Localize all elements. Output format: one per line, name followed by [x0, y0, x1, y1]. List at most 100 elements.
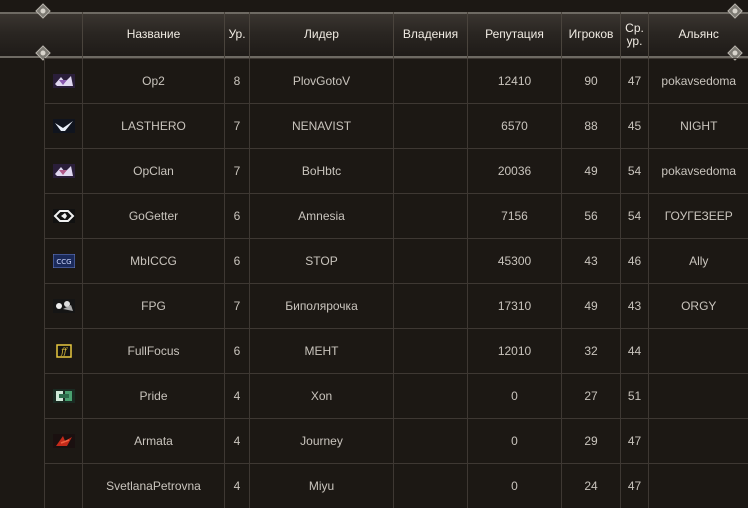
header-leader[interactable]: Лидер	[250, 12, 394, 58]
header-level[interactable]: Ур.	[225, 12, 250, 58]
cell-players: 49	[562, 283, 621, 328]
cell-alliance[interactable]	[649, 418, 748, 463]
cell-avg-level: 43	[621, 283, 649, 328]
cell-level: 4	[225, 463, 250, 508]
cell-alliance[interactable]: NIGHT	[649, 103, 748, 148]
cell-leader[interactable]: NENAVIST	[250, 103, 394, 148]
cell-alliance[interactable]: Ally	[649, 238, 748, 283]
cell-leader[interactable]: BoHbtc	[250, 148, 394, 193]
clan-row[interactable]: Armata4Journey 02947	[45, 418, 748, 463]
cell-avg-level: 45	[621, 103, 649, 148]
cell-leader[interactable]: MEHT	[250, 328, 394, 373]
cell-leader[interactable]: Xon	[250, 373, 394, 418]
header-avg-level-line2: ур.	[627, 34, 643, 48]
header-avg-level[interactable]: Ср.ур.	[621, 12, 649, 58]
clan-emblem-icon	[53, 164, 75, 178]
cell-reputation: 0	[468, 418, 562, 463]
cell-name[interactable]: Pride	[83, 373, 225, 418]
clan-table: Название Ур. Лидер Владения Репутация Иг…	[44, 12, 748, 508]
cell-avg-level: 44	[621, 328, 649, 373]
cell-avg-level: 54	[621, 193, 649, 238]
cell-leader[interactable]: Miyu	[250, 463, 394, 508]
cell-players: 32	[562, 328, 621, 373]
header-row: Название Ур. Лидер Владения Репутация Иг…	[45, 12, 748, 58]
clan-emblem-icon	[53, 119, 75, 133]
cell-leader[interactable]: Amnesia	[250, 193, 394, 238]
cell-alliance[interactable]	[649, 373, 748, 418]
cell-level: 7	[225, 283, 250, 328]
cell-alliance[interactable]: pokavsedoma	[649, 148, 748, 193]
cell-alliance[interactable]: ГОУГЕЗЕЕР	[649, 193, 748, 238]
cell-leader[interactable]: Биполярочка	[250, 283, 394, 328]
cell-level: 4	[225, 373, 250, 418]
cell-level: 7	[225, 103, 250, 148]
cell-players: 56	[562, 193, 621, 238]
cell-level: 8	[225, 58, 250, 103]
header-emblem	[45, 12, 83, 58]
cell-reputation: 17310	[468, 283, 562, 328]
cell-leader[interactable]: PlovGotoV	[250, 58, 394, 103]
header-reputation[interactable]: Репутация	[468, 12, 562, 58]
cell-possessions	[394, 58, 468, 103]
cell-avg-level: 47	[621, 418, 649, 463]
cell-players: 88	[562, 103, 621, 148]
cell-name[interactable]: GoGetter	[83, 193, 225, 238]
cell-name[interactable]: OpClan	[83, 148, 225, 193]
cell-emblem: CCG	[45, 238, 83, 283]
cell-emblem	[45, 58, 83, 103]
cell-players: 24	[562, 463, 621, 508]
header-avg-level-line1: Ср.	[625, 21, 644, 35]
clan-emblem-icon	[53, 389, 75, 403]
cell-avg-level: 47	[621, 58, 649, 103]
cell-name[interactable]: FPG	[83, 283, 225, 328]
cell-name[interactable]: MbICCG	[83, 238, 225, 283]
clan-emblem-icon	[53, 299, 75, 313]
header-players[interactable]: Игроков	[562, 12, 621, 58]
cell-level: 6	[225, 328, 250, 373]
header-alliance[interactable]: Альянс	[649, 12, 748, 58]
cell-alliance[interactable]	[649, 463, 748, 508]
clan-row[interactable]: OpClan7BoHbtc200364954pokavsedoma	[45, 148, 748, 193]
cell-alliance[interactable]	[649, 328, 748, 373]
clan-row[interactable]: Pride4Xon02751	[45, 373, 748, 418]
cell-level: 4	[225, 418, 250, 463]
cell-emblem	[45, 373, 83, 418]
cell-leader[interactable]: Journey	[250, 418, 394, 463]
cell-alliance[interactable]: ORGY	[649, 283, 748, 328]
clan-row[interactable]: SvetlanaPetrovna4Miyu02447	[45, 463, 748, 508]
cell-players: 27	[562, 373, 621, 418]
cell-name[interactable]: FullFocus	[83, 328, 225, 373]
cell-avg-level: 54	[621, 148, 649, 193]
cell-reputation: 7156	[468, 193, 562, 238]
cell-leader[interactable]: STOP	[250, 238, 394, 283]
cell-level: 6	[225, 238, 250, 283]
clan-row[interactable]: FPG7Биполярочка 173104943ORGY	[45, 283, 748, 328]
cell-players: 90	[562, 58, 621, 103]
cell-players: 29	[562, 418, 621, 463]
clan-row[interactable]: CCGMbICCG6STOP453004346Ally	[45, 238, 748, 283]
clan-row[interactable]: GoGetter6Amnesia 71565654ГОУГЕЗЕЕР	[45, 193, 748, 238]
cell-possessions	[394, 418, 468, 463]
cell-possessions	[394, 463, 468, 508]
clan-emblem-icon	[53, 434, 75, 448]
cell-level: 6	[225, 193, 250, 238]
cell-possessions	[394, 148, 468, 193]
cell-name[interactable]: SvetlanaPetrovna	[83, 463, 225, 508]
cell-possessions	[394, 283, 468, 328]
cell-name[interactable]: Armata	[83, 418, 225, 463]
cell-alliance[interactable]: pokavsedoma	[649, 58, 748, 103]
clan-row[interactable]: LASTHERO7NENAVIST65708845NIGHT	[45, 103, 748, 148]
header-name[interactable]: Название	[83, 12, 225, 58]
clan-row[interactable]: ffFullFocus6MEHT120103244	[45, 328, 748, 373]
clan-row[interactable]: Op28PlovGotoV124109047pokavsedoma	[45, 58, 748, 103]
cell-emblem	[45, 103, 83, 148]
cell-name[interactable]: Op2	[83, 58, 225, 103]
cell-emblem	[45, 463, 83, 508]
cell-avg-level: 47	[621, 463, 649, 508]
cell-reputation: 20036	[468, 148, 562, 193]
cell-possessions	[394, 103, 468, 148]
cell-name[interactable]: LASTHERO	[83, 103, 225, 148]
header-possessions[interactable]: Владения	[394, 12, 468, 58]
clan-emblem-icon: CCG	[53, 254, 75, 268]
cell-avg-level: 46	[621, 238, 649, 283]
